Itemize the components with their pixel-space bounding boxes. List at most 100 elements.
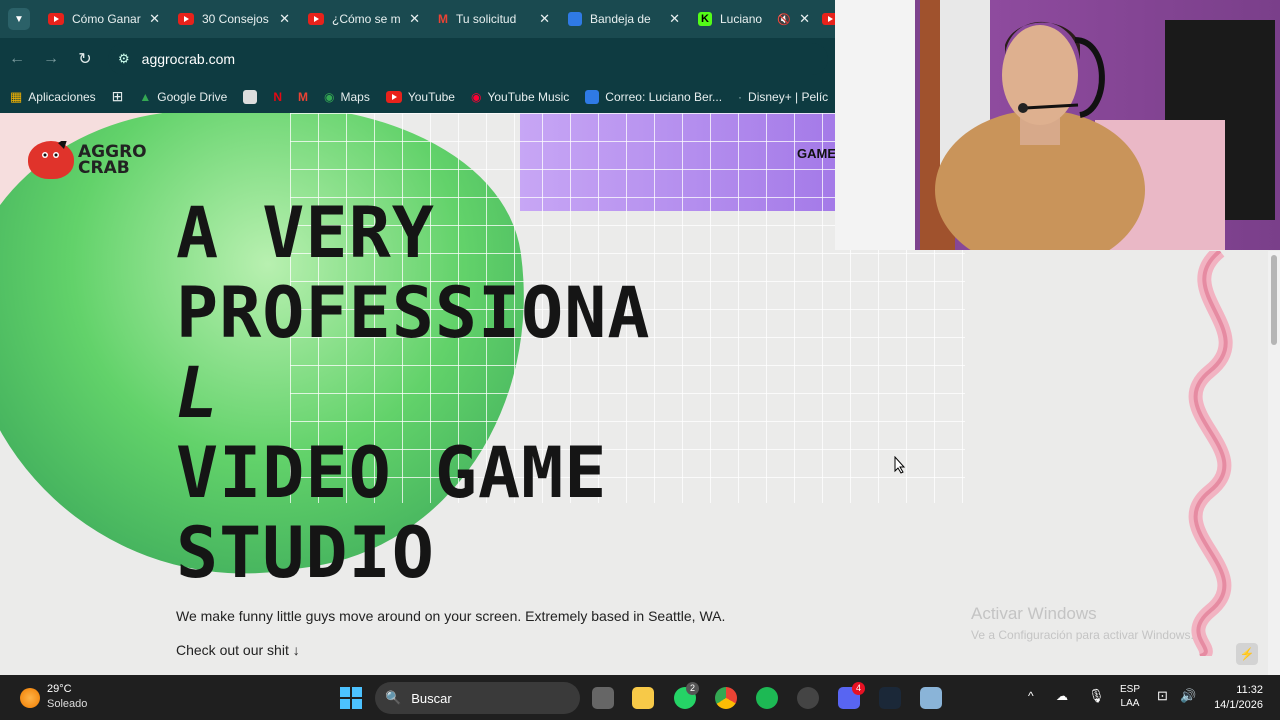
apps-grid-icon: ▦ — [10, 88, 23, 104]
address-bar[interactable]: ⚙ aggrocrab.com — [108, 43, 828, 75]
doc-icon — [243, 89, 258, 104]
outlook-icon — [568, 12, 582, 26]
webcam-feed-image — [835, 0, 1275, 250]
crab-logo-icon — [28, 137, 74, 179]
tab-1[interactable]: 30 Consejos ✕ — [170, 6, 298, 32]
close-icon[interactable]: ✕ — [409, 11, 420, 27]
windows-taskbar: 29°C Soleado 🔍 Buscar 2 4 ^ ☁ 🎙 ESP LAA ⊡… — [0, 675, 1280, 720]
tab-5[interactable]: K Luciano 🔇 ✕ — [690, 6, 818, 32]
nav-games-link[interactable]: GAME — [797, 146, 836, 161]
bookmark-mail[interactable]: Correo: Luciano Ber... — [585, 89, 722, 104]
page-scrollbar[interactable] — [1268, 251, 1280, 675]
crab-icon — [42, 137, 68, 158]
close-icon[interactable]: ✕ — [539, 11, 550, 27]
taskbar-search[interactable]: 🔍 Buscar — [375, 682, 580, 714]
logo-text-crab: CRAB — [78, 158, 130, 178]
grid-icon: ⊞ — [111, 88, 124, 104]
cloud-icon[interactable]: ☁ — [1056, 689, 1068, 703]
close-icon[interactable]: ✕ — [279, 11, 290, 27]
app-icon[interactable] — [920, 687, 942, 709]
bookmark-apps[interactable]: ▦ Aplicaciones — [10, 89, 96, 105]
youtube-music-icon: ◉ — [470, 89, 482, 104]
hero-line-5: STUDIO — [176, 512, 435, 594]
netflix-icon: N — [273, 89, 282, 104]
spotify-icon[interactable] — [756, 687, 778, 709]
clock[interactable]: 11:32 14/1/2026 — [1208, 683, 1263, 713]
steam-icon[interactable] — [879, 687, 901, 709]
bookmark-youtube-music[interactable]: ◉ YouTube Music — [471, 90, 569, 104]
lightning-icon[interactable]: ⚡ — [1236, 643, 1258, 665]
url-text: aggrocrab.com — [141, 51, 236, 67]
kick-icon: K — [698, 12, 712, 26]
tab-search-button[interactable]: ▼ — [8, 8, 30, 30]
bookmark-drive[interactable]: ▲ Google Drive — [139, 90, 227, 104]
site-info-icon[interactable]: ⚙ — [118, 51, 130, 67]
activate-windows-watermark: Activar Windows Ve a Configuración para … — [971, 604, 1194, 642]
youtube-icon — [178, 13, 194, 25]
webcam-overlay — [835, 0, 1280, 250]
obs-icon[interactable] — [797, 687, 819, 709]
activate-windows-title: Activar Windows — [971, 604, 1097, 623]
check-out-link[interactable]: Check out our shit ↓ — [176, 642, 300, 658]
bookmark-youtube[interactable]: YouTube — [385, 90, 455, 104]
tab-2[interactable]: ¿Cómo se m ✕ — [300, 6, 428, 32]
hero-line-2: PROFESSIONA — [176, 272, 651, 354]
youtube-icon — [308, 13, 324, 25]
activate-windows-subtitle: Ve a Configuración para activar Windows. — [971, 628, 1194, 642]
close-icon[interactable]: ✕ — [669, 11, 680, 27]
mouse-cursor-icon — [894, 456, 906, 474]
outlook-icon — [585, 89, 600, 104]
search-icon: 🔍 — [385, 690, 402, 705]
close-icon[interactable]: ✕ — [799, 11, 810, 27]
browser-toolbar: ← → ↻ ⚙ aggrocrab.com — [0, 38, 835, 80]
hero-line-3: L — [176, 352, 220, 434]
scrollbar-thumb[interactable] — [1271, 255, 1277, 345]
sun-weather-icon[interactable] — [20, 688, 40, 708]
microphone-icon[interactable]: 🎙 — [1088, 688, 1105, 704]
task-view-icon[interactable] — [592, 687, 614, 709]
site-logo[interactable]: AGGRO CRAB — [28, 137, 147, 179]
youtube-icon — [385, 90, 402, 103]
tab-3[interactable]: M Tu solicitud ✕ — [430, 6, 558, 32]
hero-heading: A VERY PROFESSIONA L VIDEO GAME STUDIO — [176, 193, 651, 593]
mute-icon[interactable]: 🔇 — [777, 13, 791, 26]
tab-4[interactable]: Bandeja de ✕ — [560, 6, 688, 32]
tab-strip: ▼ Cómo Ganar ✕ 30 Consejos ✕ ¿Cómo se m ✕ M… — [0, 0, 838, 38]
language-indicator[interactable]: ESP LAA — [1120, 683, 1140, 711]
hero-subtitle: We make funny little guys move around on… — [176, 608, 726, 624]
discord-badge: 4 — [852, 682, 865, 695]
drive-icon: ▲ — [139, 89, 152, 104]
bookmark-gmail[interactable]: M — [298, 90, 308, 104]
gmail-icon: M — [438, 12, 448, 26]
whatsapp-badge: 2 — [686, 682, 699, 695]
bookmark-doc[interactable] — [243, 89, 258, 104]
hero-line-4: VIDEO GAME — [176, 432, 608, 514]
reload-button[interactable]: ↻ — [68, 49, 102, 69]
chevron-up-icon[interactable]: ^ — [1028, 689, 1034, 703]
tab-0[interactable]: Cómo Ganar ✕ — [40, 6, 168, 32]
bookmarks-bar: ▦ Aplicaciones ⊞ ▲ Google Drive N M ◉ Maps … — [0, 80, 835, 113]
maps-pin-icon: ◉ — [324, 89, 335, 104]
chrome-icon[interactable] — [715, 687, 737, 709]
close-icon[interactable]: ✕ — [149, 11, 160, 27]
weather-label[interactable]: Soleado — [47, 698, 87, 710]
bookmark-disney[interactable]: · Disney+ | Pelíc — [738, 90, 828, 104]
weather-temp[interactable]: 29°C — [47, 683, 72, 695]
disney-icon: · — [738, 89, 743, 104]
gmail-icon: M — [298, 89, 308, 104]
file-explorer-icon[interactable] — [632, 687, 654, 709]
youtube-icon — [48, 13, 64, 25]
volume-icon[interactable]: 🔊 — [1180, 688, 1196, 704]
pink-squiggle-decoration — [1188, 251, 1233, 656]
hero-line-1: A VERY — [176, 192, 435, 274]
bookmark-maps[interactable]: ◉ Maps — [324, 90, 370, 104]
bookmark-netflix[interactable]: N — [273, 90, 282, 104]
clock-date: 14/1/2026 — [1214, 699, 1263, 711]
network-icon[interactable]: ⊡ — [1157, 688, 1168, 704]
windows-start-icon[interactable] — [340, 687, 362, 709]
taskbar-search-label: Buscar — [411, 690, 452, 706]
clock-time: 11:32 — [1236, 684, 1263, 696]
forward-button[interactable]: → — [34, 50, 68, 68]
bookmark-grid[interactable]: ⊞ — [112, 88, 124, 105]
back-button[interactable]: ← — [0, 50, 34, 68]
